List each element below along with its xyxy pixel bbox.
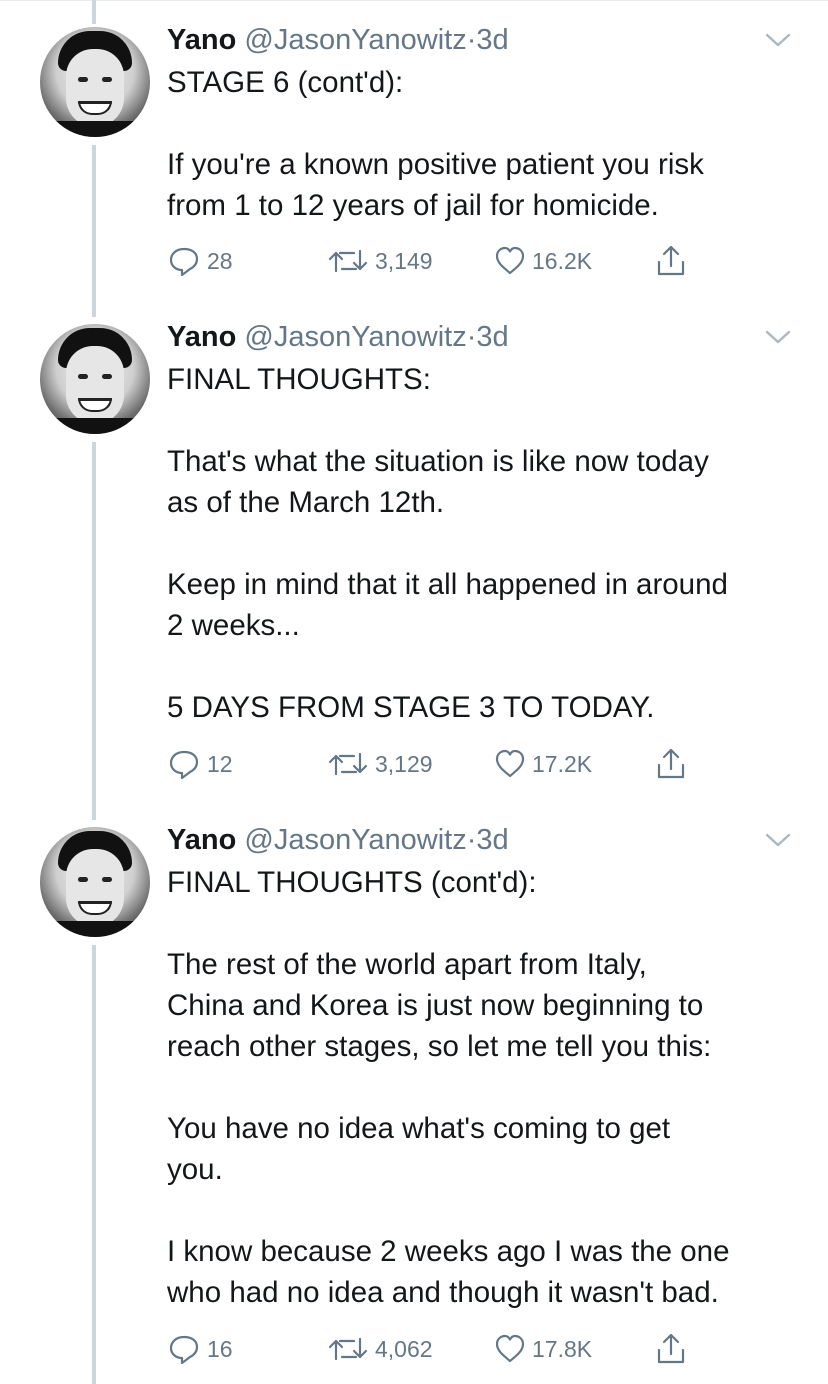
tweet-line: 2 weeks... [167,609,300,642]
thread-line [92,945,96,1384]
separator-dot: · [466,824,477,856]
reply-button[interactable]: 12 [167,746,233,782]
heart-icon [495,1334,525,1363]
thread-line [92,0,96,24]
retweet-button[interactable]: 4,062 [327,1331,433,1367]
reply-count: 12 [207,750,233,777]
tweet-line: who had no idea and though it wasn't bad… [167,1276,719,1309]
reply-icon [169,750,199,780]
author-handle[interactable]: @JasonYanowitz [244,824,466,856]
share-icon [657,245,685,276]
chevron-down-icon[interactable] [764,830,792,850]
like-count: 16.2K [532,247,593,274]
tweet-text: FINAL THOUGHTS (cont'd): The rest of the… [167,862,807,1313]
thread-line [92,145,96,317]
tweet-line: 5 DAYS FROM STAGE 3 TO TODAY. [167,691,655,724]
like-count: 17.2K [532,750,593,777]
retweet-count: 3,149 [375,247,433,274]
tweet-line: reach other stages, so let me tell you t… [167,1030,712,1063]
reply-button[interactable]: 16 [167,1331,233,1367]
retweet-count: 3,129 [375,750,433,777]
thread-line [92,442,96,820]
share-icon [657,1333,685,1364]
tweet-time[interactable]: 3d [476,824,508,856]
tweet-actions: 12 3,129 17.2K [167,746,727,782]
tweet-line: as of the March 12th. [167,486,445,519]
share-button[interactable] [654,746,688,782]
tweet-header: Yano @JasonYanowitz·3d [167,23,509,57]
tweet-line: FINAL THOUGHTS: [167,363,431,396]
tweet-text: STAGE 6 (cont'd): If you're a known posi… [167,62,807,226]
retweet-icon [328,249,368,273]
tweet-line: from 1 to 12 years of jail for homicide. [167,189,659,222]
tweet-line: STAGE 6 (cont'd): [167,66,404,99]
share-button[interactable] [654,243,688,279]
retweet-button[interactable]: 3,149 [327,243,433,279]
author-name[interactable]: Yano [167,321,236,353]
like-button[interactable]: 17.8K [494,1331,592,1367]
tweet-line: The rest of the world apart from Italy, [167,948,647,981]
avatar[interactable] [40,827,150,937]
tweet-line: I know because 2 weeks ago I was the one [167,1235,730,1268]
retweet-button[interactable]: 3,129 [327,746,433,782]
heart-icon [495,246,525,275]
like-button[interactable]: 17.2K [494,746,592,782]
reply-count: 28 [207,247,233,274]
tweet-line: You have no idea what's coming to get [167,1112,671,1145]
chevron-down-icon[interactable] [764,30,792,50]
author-handle[interactable]: @JasonYanowitz [244,321,466,353]
tweet-line: FINAL THOUGHTS (cont'd): [167,866,537,899]
like-button[interactable]: 16.2K [494,243,592,279]
reply-button[interactable]: 28 [167,243,233,279]
reply-count: 16 [207,1335,233,1362]
tweet-line: If you're a known positive patient you r… [167,148,704,181]
separator-dot: · [466,24,477,56]
tweet-time[interactable]: 3d [476,321,508,353]
tweet-text: FINAL THOUGHTS: That's what the situatio… [167,359,807,728]
tweet-actions: 28 3,149 16.2K [167,243,727,279]
tweet-time[interactable]: 3d [476,24,508,56]
author-handle[interactable]: @JasonYanowitz [244,24,466,56]
retweet-icon [328,752,368,776]
reply-icon [169,247,199,277]
avatar[interactable] [40,27,150,137]
share-icon [657,748,685,779]
author-name[interactable]: Yano [167,24,236,56]
like-count: 17.8K [532,1335,593,1362]
tweet-line: you. [167,1153,223,1186]
tweet-actions: 16 4,062 17.8K [167,1331,727,1367]
chevron-down-icon[interactable] [764,327,792,347]
tweet-line: That's what the situation is like now to… [167,445,709,478]
share-button[interactable] [654,1331,688,1367]
retweet-count: 4,062 [375,1335,433,1362]
avatar[interactable] [40,324,150,434]
separator-dot: · [466,321,477,353]
retweet-icon [328,1337,368,1361]
heart-icon [495,749,525,778]
tweet-header: Yano @JasonYanowitz·3d [167,823,509,857]
author-name[interactable]: Yano [167,824,236,856]
reply-icon [169,1335,199,1365]
tweet-line: China and Korea is just now beginning to [167,989,704,1022]
tweet-line: Keep in mind that it all happened in aro… [167,568,728,601]
top-divider [0,0,828,1]
tweet-header: Yano @JasonYanowitz·3d [167,320,509,354]
